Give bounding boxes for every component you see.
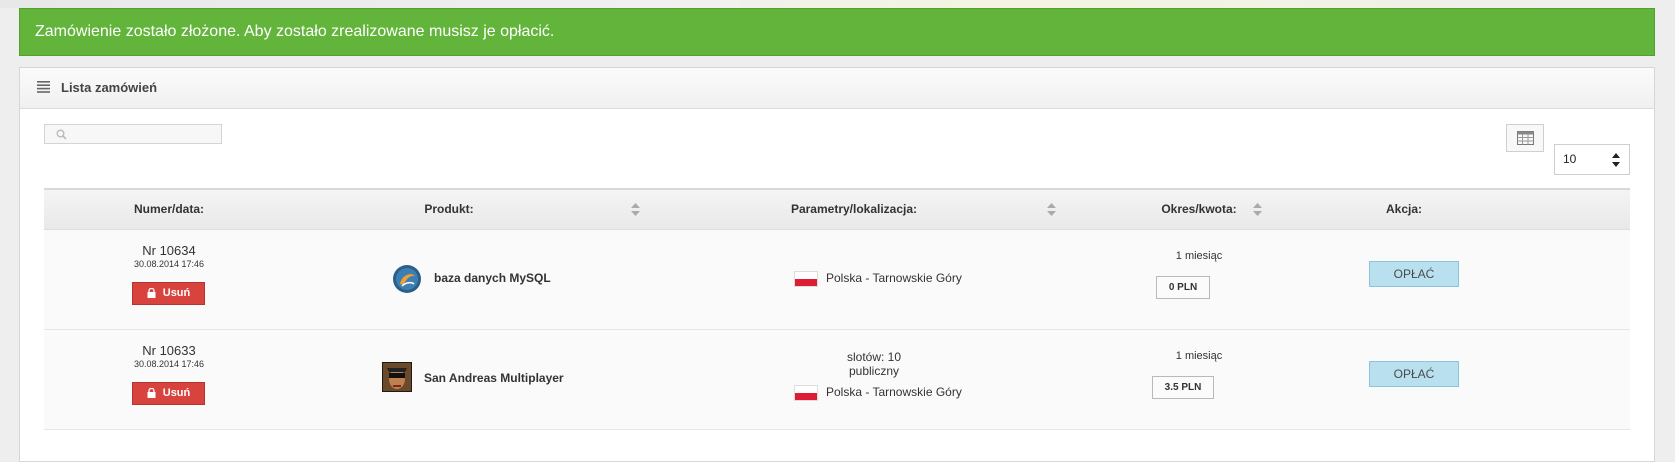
columns-toggle-button[interactable] xyxy=(1506,124,1544,152)
table-row: Nr 10634 30.08.2014 17:46 Usuń baza dany… xyxy=(44,230,1630,330)
top-strip xyxy=(0,0,1675,8)
mysql-icon xyxy=(393,265,421,293)
list-icon xyxy=(37,81,50,93)
col-product[interactable]: Produkt: xyxy=(374,190,524,229)
select-arrows-icon xyxy=(1612,153,1620,167)
table-row: Nr 10633 30.08.2014 17:46 Usuń San Andre… xyxy=(44,330,1630,430)
sort-icon[interactable] xyxy=(1253,203,1262,216)
col-number[interactable]: Numer/data: xyxy=(44,190,294,229)
order-number: Nr 10634 xyxy=(142,243,196,258)
col-params[interactable]: Parametry/lokalizacja: xyxy=(734,190,974,229)
order-cell: Nr 10633 30.08.2014 17:46 xyxy=(94,343,244,369)
page-size-value: 10 xyxy=(1563,152,1577,166)
order-date: 30.08.2014 17:46 xyxy=(133,259,205,269)
pay-button[interactable]: OPŁAĆ xyxy=(1369,361,1459,387)
lock-icon xyxy=(147,288,156,298)
orders-table: Numer/data: Produkt: Parametry/lokalizac… xyxy=(44,188,1630,430)
sort-icon[interactable] xyxy=(631,203,640,216)
delete-button[interactable]: Usuń xyxy=(132,282,205,305)
order-cell: Nr 10634 30.08.2014 17:46 xyxy=(94,243,244,269)
product-name: baza danych MySQL xyxy=(434,271,551,285)
table-header: Numer/data: Produkt: Parametry/lokalizac… xyxy=(44,188,1630,230)
col-period[interactable]: Okres/kwota: xyxy=(1124,190,1274,229)
samp-icon xyxy=(382,362,412,392)
period: 1 miesiąc xyxy=(1175,350,1223,362)
col-action: Akcja: xyxy=(1385,202,1423,216)
table-icon xyxy=(1517,131,1534,145)
alert-message: Zamówienie zostało złożone. Aby zostało … xyxy=(35,23,555,40)
location: Polska - Tarnowskie Góry xyxy=(826,385,962,399)
order-number: Nr 10633 xyxy=(142,343,196,358)
location: Polska - Tarnowskie Góry xyxy=(826,271,962,285)
panel-title: Lista zamówień xyxy=(61,80,158,95)
panel-header: Lista zamówień xyxy=(20,68,1654,109)
page-size-select[interactable]: 10 xyxy=(1554,144,1630,175)
price-badge: 3.5 PLN xyxy=(1152,376,1214,399)
poland-flag-icon xyxy=(794,385,818,401)
orders-panel: Lista zamówień 10 Numer/data: Produkt: P… xyxy=(19,67,1655,462)
param-visibility: publiczny xyxy=(848,364,900,378)
poland-flag-icon xyxy=(794,271,818,287)
period: 1 miesiąc xyxy=(1175,250,1223,262)
lock-icon xyxy=(147,388,156,398)
delete-label: Usuń xyxy=(162,287,191,299)
order-date: 30.08.2014 17:46 xyxy=(133,359,205,369)
success-alert: Zamówienie zostało złożone. Aby zostało … xyxy=(19,8,1655,56)
delete-button[interactable]: Usuń xyxy=(132,382,205,405)
sort-icon[interactable] xyxy=(1047,203,1056,216)
price-badge: 0 PLN xyxy=(1156,276,1210,299)
product-name: San Andreas Multiplayer xyxy=(424,371,564,385)
search-icon xyxy=(56,129,67,140)
delete-label: Usuń xyxy=(162,387,191,399)
pay-button[interactable]: OPŁAĆ xyxy=(1369,261,1459,287)
param-slots: slotów: 10 xyxy=(846,350,902,364)
search-input[interactable] xyxy=(44,124,222,144)
